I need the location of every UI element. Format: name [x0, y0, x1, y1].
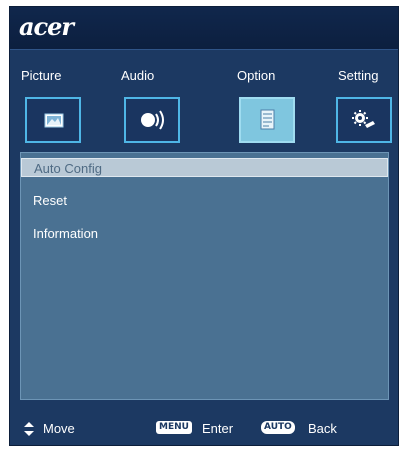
tab-option-label[interactable]: Option: [237, 68, 275, 83]
header-bar: acer: [10, 7, 398, 50]
option-menu-content: Auto Config Reset Information: [20, 152, 389, 400]
picture-icon: [44, 113, 64, 128]
menu-key-badge: MENU: [156, 421, 192, 434]
tab-setting[interactable]: [336, 97, 392, 143]
menu-item-information[interactable]: Information: [21, 224, 388, 243]
tab-audio[interactable]: [124, 97, 180, 143]
acer-logo: acer: [19, 12, 74, 41]
tab-option[interactable]: [239, 97, 295, 143]
tab-picture[interactable]: [25, 97, 81, 143]
gear-wrench-icon: [352, 110, 375, 128]
checklist-icon: [260, 109, 275, 130]
speaker-icon: [141, 110, 164, 130]
footer-move-label: Move: [43, 421, 75, 436]
footer-enter-label: Enter: [202, 421, 234, 436]
menu-item-auto-config[interactable]: Auto Config: [21, 158, 388, 177]
tab-setting-label[interactable]: Setting: [338, 68, 378, 83]
auto-key-badge: AUTO: [261, 421, 295, 434]
menu-item-reset[interactable]: Reset: [21, 191, 388, 210]
footer-bar: Move MENU Enter AUTO Back: [10, 407, 398, 445]
tab-audio-label[interactable]: Audio: [121, 68, 154, 83]
footer-back-label: Back: [308, 421, 337, 436]
up-down-arrow-icon: [24, 422, 34, 436]
osd-menu-panel: acer Picture Audio Option Setting Auto C…: [9, 6, 399, 446]
tab-picture-label[interactable]: Picture: [21, 68, 61, 83]
